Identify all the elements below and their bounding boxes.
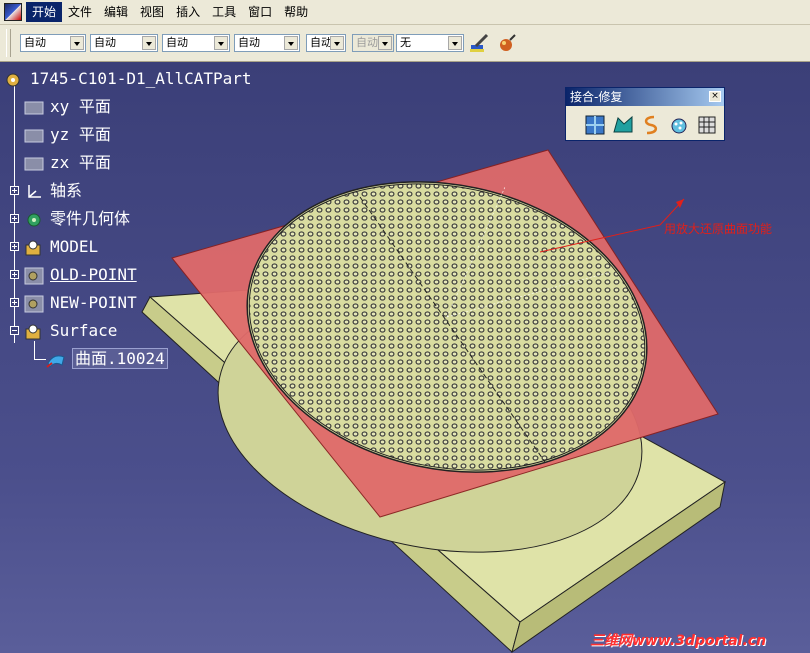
tree-item-label: MODEL xyxy=(50,237,99,256)
3d-viewport[interactable]: 1745-C101-D1_AllCATPart xy 平面 yz 平面 zx 平… xyxy=(0,62,810,653)
healing-icon[interactable] xyxy=(612,114,634,136)
chevron-down-icon[interactable] xyxy=(330,36,344,50)
tree-item-model[interactable]: MODEL xyxy=(24,236,98,258)
expand-model[interactable] xyxy=(10,242,19,251)
join-healing-toolbar[interactable]: 接合-修复 × xyxy=(565,87,725,141)
geometrical-set-icon xyxy=(25,240,41,255)
transparency-combo[interactable]: 自动 xyxy=(90,34,158,52)
rendering-style-combo-value: 自动 xyxy=(356,36,378,49)
tree-item-new-point[interactable]: NEW-POINT xyxy=(24,292,137,314)
untrim-icon[interactable] xyxy=(668,114,690,136)
chevron-down-icon xyxy=(378,36,392,50)
tree-connector-line xyxy=(34,359,46,360)
line-type-combo-value: 自动 xyxy=(238,36,260,49)
toolbar-grip[interactable] xyxy=(6,29,11,57)
menu-start[interactable]: 开始 xyxy=(26,2,63,22)
tree-root-label: 1745-C101-D1_AllCATPart xyxy=(30,69,252,88)
line-type-combo[interactable]: 自动 xyxy=(234,34,300,52)
collapse-surface[interactable] xyxy=(10,326,19,335)
tree-item-zx-plane[interactable]: zx 平面 xyxy=(24,152,111,174)
color-combo-value: 自动 xyxy=(24,36,46,49)
menu-file[interactable]: 文件 xyxy=(62,2,98,22)
geometrical-set-icon xyxy=(25,324,41,339)
line-thickness-combo-value: 自动 xyxy=(166,36,188,49)
menu-window[interactable]: 窗口 xyxy=(242,2,278,22)
tree-item-label: 轴系 xyxy=(50,181,83,200)
tree-root[interactable]: 1745-C101-D1_AllCATPart xyxy=(4,68,252,90)
tree-connector-line xyxy=(34,341,35,359)
close-icon[interactable]: × xyxy=(709,91,721,102)
tree-item-axis-system[interactable]: 轴系 xyxy=(24,180,82,202)
expand-old-point[interactable] xyxy=(10,270,19,279)
disassemble-icon[interactable] xyxy=(696,114,718,136)
chevron-down-icon[interactable] xyxy=(448,36,462,50)
curve-smooth-icon[interactable] xyxy=(640,114,662,136)
chevron-down-icon[interactable] xyxy=(70,36,84,50)
apply-material-icon[interactable] xyxy=(496,32,518,54)
tree-item-xy-plane[interactable]: xy 平面 xyxy=(24,96,111,118)
expand-part-body[interactable] xyxy=(10,214,19,223)
tree-item-label: xy 平面 xyxy=(50,97,111,116)
plane-icon xyxy=(24,101,44,114)
expand-axis-system[interactable] xyxy=(10,186,19,195)
menu-help[interactable]: 帮助 xyxy=(278,2,314,22)
join-icon[interactable] xyxy=(584,114,606,136)
watermark: 三维网www.3dportal.cn xyxy=(590,633,767,649)
tree-item-surface-10024[interactable]: 曲面.10024 xyxy=(46,348,168,370)
tree-item-label: yz 平面 xyxy=(50,125,111,144)
catia-logo-icon[interactable] xyxy=(4,3,22,21)
paint-brush-icon[interactable] xyxy=(468,32,490,54)
line-thickness-combo[interactable]: 自动 xyxy=(162,34,230,52)
layer-combo-value: 无 xyxy=(400,36,411,49)
properties-toolbar: 自动 自动 自动 自动 自动 自动 无 xyxy=(0,25,810,62)
tree-item-part-body[interactable]: 零件几何体 xyxy=(24,208,130,230)
menu-edit[interactable]: 编辑 xyxy=(98,2,134,22)
chevron-down-icon[interactable] xyxy=(214,36,228,50)
menu-tools[interactable]: 工具 xyxy=(206,2,242,22)
surface-icon xyxy=(46,354,65,368)
layer-combo[interactable]: 无 xyxy=(396,34,464,52)
tree-item-label: Surface xyxy=(50,321,118,340)
transparency-combo-value: 自动 xyxy=(94,36,116,49)
annotation-text: 用放大还原曲面功能 xyxy=(664,222,773,236)
menu-insert[interactable]: 插入 xyxy=(170,2,206,22)
geometrical-set-hidden-icon xyxy=(24,295,44,312)
chevron-down-icon[interactable] xyxy=(142,36,156,50)
tree-item-label: 曲面.10024 xyxy=(72,348,168,369)
tree-item-label: 零件几何体 xyxy=(50,209,131,228)
tree-item-old-point[interactable]: OLD-POINT xyxy=(24,264,137,286)
part-gear-icon xyxy=(6,73,20,86)
toolbar-title-text: 接合-修复 xyxy=(570,90,623,104)
tree-item-label: zx 平面 xyxy=(50,153,111,172)
join-healing-toolbar-title[interactable]: 接合-修复 × xyxy=(566,88,724,106)
part-body-icon xyxy=(27,213,41,226)
expand-new-point[interactable] xyxy=(10,298,19,307)
color-combo[interactable]: 自动 xyxy=(20,34,86,52)
plane-icon xyxy=(24,129,44,142)
tree-item-label: NEW-POINT xyxy=(50,293,137,312)
tree-item-surface-set[interactable]: Surface xyxy=(24,320,117,342)
tree-item-yz-plane[interactable]: yz 平面 xyxy=(24,124,111,146)
point-symbol-combo[interactable]: 自动 xyxy=(306,34,346,52)
chevron-down-icon[interactable] xyxy=(284,36,298,50)
rendering-style-combo: 自动 xyxy=(352,34,394,52)
tree-item-label: OLD-POINT xyxy=(50,265,137,284)
menu-bar: 开始 文件 编辑 视图 插入 工具 窗口 帮助 xyxy=(0,0,810,25)
menu-view[interactable]: 视图 xyxy=(134,2,170,22)
point-symbol-combo-value: 自动 xyxy=(310,36,332,49)
geometrical-set-hidden-icon xyxy=(24,267,44,284)
plane-icon xyxy=(24,157,44,170)
axis-system-icon xyxy=(28,184,41,198)
